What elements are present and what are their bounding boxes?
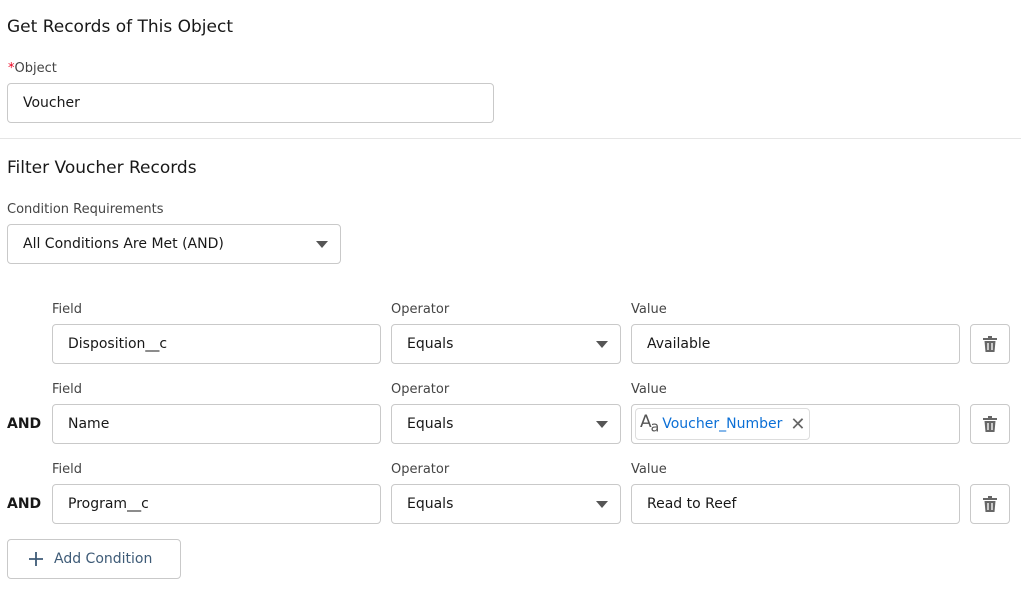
field-value: Name — [68, 416, 110, 432]
value-input[interactable]: Available — [631, 324, 960, 364]
operator-select[interactable]: Equals — [391, 484, 621, 524]
filter-title: Filter Voucher Records — [7, 158, 197, 178]
object-label: *Object — [8, 61, 57, 76]
object-label-text: Object — [14, 61, 57, 76]
trash-icon — [983, 336, 997, 352]
value-label: Value — [631, 462, 667, 477]
object-value: Voucher — [23, 95, 80, 111]
operator-label: Operator — [391, 382, 450, 397]
operator-value: Equals — [407, 336, 454, 352]
delete-condition-button[interactable] — [970, 404, 1010, 444]
condition-requirements-select[interactable]: All Conditions Are Met (AND) — [7, 224, 341, 264]
field-label: Field — [52, 302, 83, 317]
field-input[interactable]: Disposition__c — [52, 324, 381, 364]
value-input[interactable]: Read to Reef — [631, 484, 960, 524]
text-resource-icon: Aa — [640, 412, 659, 436]
value-text: Available — [647, 336, 711, 352]
resource-pill[interactable]: Aa Voucher_Number ✕ — [635, 408, 811, 440]
condition-requirements-label: Condition Requirements — [7, 202, 164, 217]
condition-value: All Conditions Are Met (AND) — [23, 236, 224, 252]
operator-label: Operator — [391, 302, 450, 317]
chevron-down-icon — [596, 501, 608, 508]
operator-select[interactable]: Equals — [391, 404, 621, 444]
divider — [0, 138, 1021, 139]
resource-name: Voucher_Number — [662, 416, 783, 432]
operator-select[interactable]: Equals — [391, 324, 621, 364]
delete-condition-button[interactable] — [970, 484, 1010, 524]
trash-icon — [983, 496, 997, 512]
value-label: Value — [631, 302, 667, 317]
chevron-down-icon — [596, 341, 608, 348]
field-input[interactable]: Name — [52, 404, 381, 444]
condition-connector: AND — [7, 416, 42, 432]
plus-icon — [29, 552, 43, 566]
field-input[interactable]: Program__c — [52, 484, 381, 524]
add-condition-button[interactable]: Add Condition — [7, 539, 181, 579]
field-value: Program__c — [68, 496, 149, 512]
section-title: Get Records of This Object — [7, 17, 233, 37]
value-input[interactable]: Aa Voucher_Number ✕ — [631, 404, 960, 444]
field-label: Field — [52, 382, 83, 397]
condition-connector: AND — [7, 496, 42, 512]
trash-icon — [983, 416, 997, 432]
chevron-down-icon — [596, 421, 608, 428]
value-text: Read to Reef — [647, 496, 737, 512]
value-label: Value — [631, 382, 667, 397]
object-input[interactable]: Voucher — [7, 83, 494, 123]
operator-label: Operator — [391, 462, 450, 477]
chevron-down-icon — [316, 241, 328, 248]
add-condition-label: Add Condition — [54, 551, 153, 567]
field-value: Disposition__c — [68, 336, 168, 352]
operator-value: Equals — [407, 416, 454, 432]
field-label: Field — [52, 462, 83, 477]
delete-condition-button[interactable] — [970, 324, 1010, 364]
close-icon[interactable]: ✕ — [790, 414, 805, 435]
operator-value: Equals — [407, 496, 454, 512]
